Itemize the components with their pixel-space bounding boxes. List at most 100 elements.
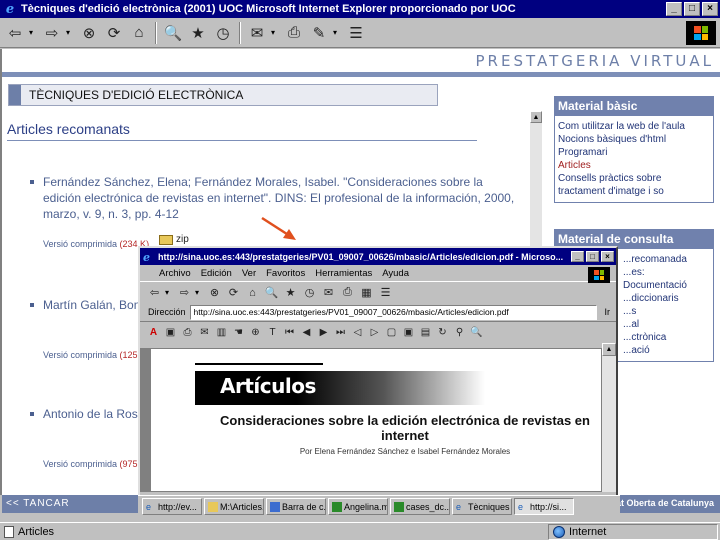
zoom-tool-icon[interactable]: ⊕ xyxy=(248,325,263,341)
side-link[interactable]: Com utilitzar la web de l'aula xyxy=(558,120,710,133)
compressed-label[interactable]: Versió comprimida xyxy=(43,459,117,469)
back-arrow-icon[interactable]: ⇦ xyxy=(146,284,163,301)
stop-icon[interactable]: ⊗ xyxy=(78,22,100,44)
address-input[interactable]: http://sina.uoc.es:443/prestatgeries/PV0… xyxy=(189,304,597,320)
edit-icon[interactable]: ▦ xyxy=(358,284,375,301)
favorites-icon[interactable]: ★ xyxy=(187,22,209,44)
taskbar-item[interactable]: Barra de c... xyxy=(266,498,326,515)
print-icon[interactable]: ⎙ xyxy=(339,284,356,301)
back-arrow-icon[interactable]: ⇦ xyxy=(4,22,26,44)
search-icon[interactable]: 🔍 xyxy=(263,284,280,301)
prev-page-icon[interactable]: ◀ xyxy=(299,325,314,341)
compressed-label[interactable]: Versió comprimida xyxy=(43,350,117,360)
edit-dropdown-icon[interactable]: ▾ xyxy=(333,28,342,37)
home-icon[interactable]: ⌂ xyxy=(244,284,261,301)
side-link[interactable]: Consells pràctics sobre xyxy=(558,172,710,185)
fit-page-icon[interactable]: ▣ xyxy=(401,325,416,341)
forward-dropdown-icon[interactable]: ▾ xyxy=(66,28,75,37)
discuss-icon[interactable]: ☰ xyxy=(345,22,367,44)
home-icon[interactable]: ⌂ xyxy=(128,22,150,44)
compressed-version-link[interactable]: Versió comprimida (975 K) xyxy=(43,459,149,469)
taskbar-item[interactable]: eTècniques ... xyxy=(452,498,512,515)
article-text[interactable]: Fernández Sánchez, Elena; Fernández Mora… xyxy=(43,174,520,222)
compressed-version-link[interactable]: Versió comprimida (125 K) xyxy=(43,350,149,360)
side-link-active[interactable]: Articles xyxy=(558,159,710,172)
taskbar-item[interactable]: e http://ev... xyxy=(142,498,202,515)
forward-dropdown-icon[interactable]: ▾ xyxy=(195,288,204,297)
side-link[interactable]: Programari xyxy=(558,146,710,159)
article-item[interactable]: Fernández Sánchez, Elena; Fernández Mora… xyxy=(30,174,520,222)
side-link[interactable]: ...ctrònica xyxy=(623,331,710,344)
edit-icon[interactable]: ✎ xyxy=(308,22,330,44)
menu-archivo[interactable]: Archivo xyxy=(154,268,196,279)
sidebar-icon[interactable]: ▥ xyxy=(214,325,229,341)
find-icon[interactable]: ⚲ xyxy=(452,325,467,341)
taskbar-item[interactable]: Angelina.m... xyxy=(328,498,388,515)
banner-stripe xyxy=(2,72,720,77)
history-icon[interactable]: ◷ xyxy=(212,22,234,44)
forward-arrow-icon[interactable]: ⇨ xyxy=(41,22,63,44)
go-button[interactable]: Ir xyxy=(605,307,617,317)
side-link[interactable]: ...es: Documentació xyxy=(623,266,710,292)
minimize-button[interactable]: _ xyxy=(666,2,682,16)
history-icon[interactable]: ◷ xyxy=(301,284,318,301)
forward-arrow-icon[interactable]: ⇨ xyxy=(176,284,193,301)
side-link[interactable]: ...s xyxy=(623,305,710,318)
discuss-icon[interactable]: ☰ xyxy=(377,284,394,301)
close-button[interactable]: × xyxy=(702,2,718,16)
mail-icon[interactable]: ✉ xyxy=(320,284,337,301)
menu-edicion[interactable]: Edición xyxy=(196,268,237,279)
taskbar-item[interactable]: M:\Articles... xyxy=(204,498,264,515)
taskbar-item-active[interactable]: e http://si... xyxy=(514,498,574,515)
minimize-button[interactable]: _ xyxy=(571,251,584,262)
pdf-document-page[interactable]: Artículos Consideraciones sobre la edici… xyxy=(150,348,602,492)
last-page-icon[interactable]: ⏭ xyxy=(333,325,348,341)
print-icon[interactable]: ⎙ xyxy=(283,22,305,44)
scroll-up-arrow-icon[interactable]: ▲ xyxy=(530,111,542,123)
save-icon[interactable]: ▣ xyxy=(163,325,178,341)
refresh-icon[interactable]: ⟳ xyxy=(225,284,242,301)
compressed-label[interactable]: Versió comprimida xyxy=(43,239,117,249)
next-page-icon[interactable]: ▶ xyxy=(316,325,331,341)
menu-ayuda[interactable]: Ayuda xyxy=(377,268,414,279)
go-forward-icon[interactable]: ▷ xyxy=(367,325,382,341)
side-link[interactable]: ...diccionaris xyxy=(623,292,710,305)
email-icon[interactable]: ✉ xyxy=(197,325,212,341)
actual-size-icon[interactable]: ▢ xyxy=(384,325,399,341)
rotate-icon[interactable]: ↻ xyxy=(435,325,450,341)
search-icon[interactable]: 🔍 xyxy=(469,325,484,341)
back-dropdown-icon[interactable]: ▾ xyxy=(29,28,38,37)
zip-label[interactable]: zip xyxy=(176,234,189,245)
search-icon[interactable]: 🔍 xyxy=(162,22,184,44)
side-link[interactable]: tractament d'imatge i so xyxy=(558,185,710,198)
compressed-version-link[interactable]: Versió comprimida (234 K) xyxy=(43,239,149,249)
refresh-icon[interactable]: ⟳ xyxy=(103,22,125,44)
menu-ver[interactable]: Ver xyxy=(237,268,261,279)
side-link[interactable]: ...recomanada xyxy=(623,253,710,266)
taskbar-item[interactable]: cases_dc... xyxy=(390,498,450,515)
back-dropdown-icon[interactable]: ▾ xyxy=(165,288,174,297)
mail-icon[interactable]: ✉ xyxy=(246,22,268,44)
side-link[interactable]: ...ació xyxy=(623,344,710,357)
first-page-icon[interactable]: ⏮ xyxy=(282,325,297,341)
text-select-icon[interactable]: T xyxy=(265,325,280,341)
favorites-icon[interactable]: ★ xyxy=(282,284,299,301)
close-button[interactable]: × xyxy=(601,251,614,262)
pdf-scrollbar[interactable]: ▲ xyxy=(602,343,616,492)
fit-width-icon[interactable]: ▤ xyxy=(418,325,433,341)
side-link[interactable]: Nocions bàsiques d'html xyxy=(558,133,710,146)
go-back-icon[interactable]: ◁ xyxy=(350,325,365,341)
menu-herramientas[interactable]: Herramientas xyxy=(310,268,377,279)
hand-tool-icon[interactable]: ☚ xyxy=(231,325,246,341)
scroll-up-arrow-icon[interactable]: ▲ xyxy=(602,343,616,356)
maximize-button[interactable]: □ xyxy=(586,251,599,262)
side-link[interactable]: ...al xyxy=(623,318,710,331)
menu-favoritos[interactable]: Favoritos xyxy=(261,268,310,279)
stop-icon[interactable]: ⊗ xyxy=(206,284,223,301)
acrobat-icon: A xyxy=(149,327,158,338)
zip-download[interactable]: zip xyxy=(159,234,189,245)
mail-dropdown-icon[interactable]: ▾ xyxy=(271,28,280,37)
print-icon[interactable]: ⎙ xyxy=(180,325,195,341)
close-link[interactable]: << TANCAR xyxy=(6,498,70,509)
maximize-button[interactable]: □ xyxy=(684,2,700,16)
